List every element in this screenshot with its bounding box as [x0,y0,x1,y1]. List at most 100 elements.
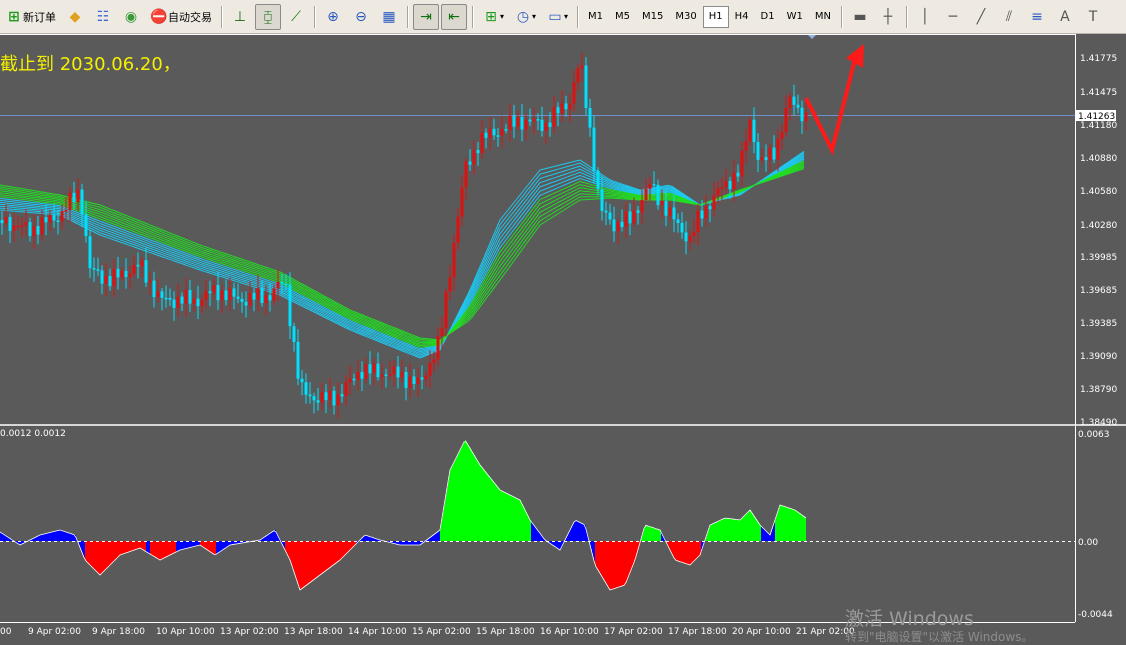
oscillator-bar [173,541,174,554]
oscillator-bar [533,524,534,541]
candle-body [805,113,808,122]
signals-button[interactable]: ◉ [118,4,144,30]
oscillator-bar [709,528,710,541]
candle-body [529,120,532,122]
oscillator-bar [90,541,91,565]
timeframe-h1[interactable]: H1 [703,6,729,28]
candle-body [389,374,392,376]
candle-body [325,392,328,400]
oscillator-bar [190,541,191,548]
candle-body [681,223,684,232]
timeframe-m30[interactable]: M30 [669,6,702,28]
candle-body [157,291,160,297]
tile-windows-button[interactable]: ▦ [376,4,402,30]
autoscroll-button[interactable]: ⇥ [413,4,439,30]
oscillator-bar [776,517,777,541]
line-chart-icon: ⟋ [287,8,305,26]
oscillator-bar [469,447,470,541]
candle-body [333,391,336,406]
candle-body [721,187,724,189]
oscillator-bar [322,541,323,574]
text-label-button[interactable]: T [1080,4,1106,30]
oscillator-bar [782,506,783,541]
candle-body [753,120,756,142]
line-chart-button[interactable]: ⟋ [283,4,309,30]
timeframe-m1[interactable]: M1 [582,6,609,28]
oscillator-bar [41,535,42,541]
candle-body [429,363,432,376]
fibonacci-button[interactable]: ≡ [1024,4,1050,30]
oscillator-bar [744,516,745,541]
oscillator-bar [484,470,485,541]
candle-chart-button[interactable]: ⧮ [255,4,281,30]
candle-body [233,288,236,296]
crosshair-button[interactable]: ┼ [875,4,901,30]
oscillator-bar [772,529,773,541]
text-button[interactable]: A [1052,4,1078,30]
oscillator-bar [729,519,730,542]
oscillator-bar [91,541,92,566]
oscillator-bar [172,541,173,554]
zoom-out-button[interactable]: ⊖ [348,4,374,30]
oscillator-bar [349,541,350,551]
oscillator-bar [171,541,172,555]
vertical-line-button[interactable]: │ [912,4,938,30]
trendline-button[interactable]: ╱ [968,4,994,30]
oscillator-bar [738,520,739,541]
candle-body [241,299,244,302]
oscillator-bar [345,541,346,555]
chart-shift-button[interactable]: ⇤ [441,4,467,30]
price-tick: 1.40880 [1080,154,1117,164]
templates-button[interactable]: ▭▾ [542,4,572,30]
oscillator-bar [770,535,771,541]
oscillator-bar [646,525,647,541]
oscillator-bar [264,537,265,541]
candle-body [117,269,120,278]
channel-button[interactable]: ⫽ [996,4,1022,30]
periods-button[interactable]: ◷▾ [510,4,540,30]
database-icon: ☷ [94,8,112,26]
price-tick: 1.38790 [1080,385,1117,395]
oscillator-bar [730,519,731,541]
auto-trading-button[interactable]: ⛔ 自动交易 [146,4,216,30]
oscillator-bar [184,541,185,549]
oscillator-bar [146,541,147,552]
autoscroll-icon: ⇥ [417,8,435,26]
oscillator-bar [92,541,93,567]
timeframe-h4[interactable]: H4 [729,6,755,28]
oscillator-bar [290,541,291,560]
candle-body [253,293,256,300]
oscillator-bar [577,521,578,541]
expert-advisors-button[interactable]: ◆ [62,4,88,30]
oscillator-bar [723,519,724,541]
oscillator-bar [177,541,178,552]
bar-chart-button[interactable]: ⊥ [227,4,253,30]
timeframe-m5[interactable]: M5 [609,6,636,28]
cursor-button[interactable]: ▬ [847,4,873,30]
oscillator-bar [679,541,680,561]
zoom-in-button[interactable]: ⊕ [320,4,346,30]
oscillator-bar [734,519,735,541]
new-order-button[interactable]: ⊞ 新订单 [1,4,60,30]
candle-body [677,219,680,223]
candle-body [229,288,232,300]
oscillator-bar [711,525,712,542]
oscillator-bar [494,483,495,542]
oscillator-bar [740,520,741,541]
timeframe-m15[interactable]: M15 [636,6,669,28]
oscillator-bar [762,527,763,541]
indicators-button[interactable]: ⊞▾ [478,4,508,30]
candle-body [457,217,460,243]
oscillator-bar [779,508,780,541]
timeframe-w1[interactable]: W1 [781,6,809,28]
horizontal-line-button[interactable]: ─ [940,4,966,30]
market-watch-button[interactable]: ☷ [90,4,116,30]
oscillator-bar [737,520,738,541]
oscillator-bar [145,541,146,551]
zoom-out-icon: ⊖ [352,8,370,26]
oscillator-bar [73,534,74,541]
timeframe-mn[interactable]: MN [809,6,837,28]
timeframe-d1[interactable]: D1 [755,6,781,28]
price-chart[interactable]: 1.41775 1.41475 1.41180 1.40880 1.40580 … [0,34,1126,642]
oscillator-bar [35,538,36,542]
